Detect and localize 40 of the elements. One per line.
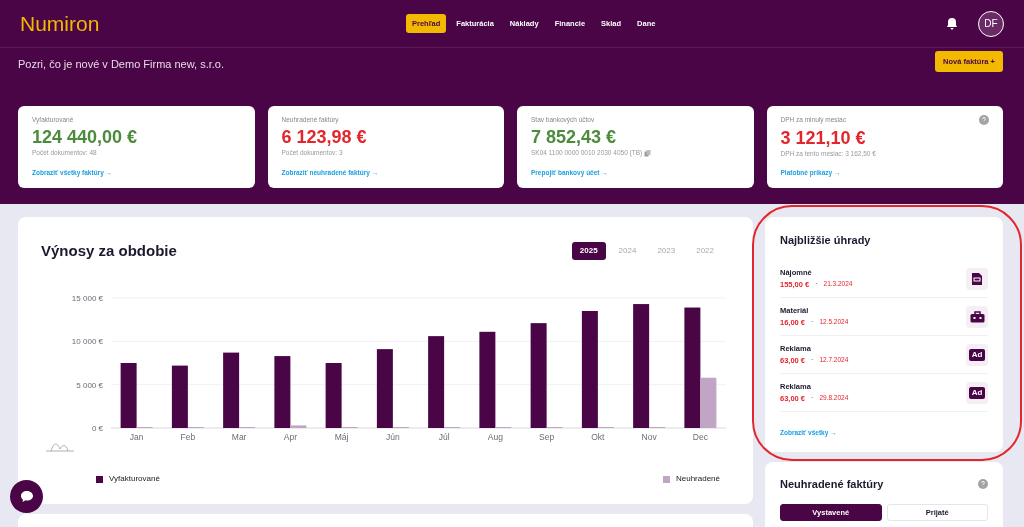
x-axis-label: Júl — [438, 432, 450, 442]
chat-bubble-icon — [19, 490, 34, 503]
x-axis-label: Apr — [283, 432, 297, 442]
y-axis-label: 15 000 € — [71, 294, 103, 303]
hero-subtitle: Pozri, čo je nové v Demo Firma new, s.r.o. — [18, 57, 225, 72]
stat-value: 3 121,10 € — [780, 126, 867, 149]
x-axis-label: Nov — [641, 432, 657, 442]
upcoming-title: Najbližšie úhrady — [780, 232, 872, 248]
x-axis-label: Dec — [692, 432, 708, 442]
y-axis-label: 10 000 € — [71, 337, 103, 347]
help-icon[interactable] — [979, 114, 989, 125]
bell-icon[interactable] — [946, 17, 958, 30]
x-axis-label: Jan — [129, 432, 144, 442]
stat-value: 6 123,98 € — [281, 126, 368, 149]
help-icon[interactable] — [978, 478, 988, 489]
unpaid-title: Neuhradené faktúry — [780, 476, 884, 492]
wave-icon — [45, 442, 75, 452]
stat-value: 124 440,00 € — [32, 126, 139, 149]
ad-badge: Ad — [968, 348, 986, 361]
legend-label: Vyfakturované — [109, 473, 160, 485]
x-axis-label: Sep — [539, 432, 555, 442]
year-tab[interactable]: 2025 — [571, 241, 606, 260]
x-axis-label: Okt — [591, 432, 605, 442]
copy-icon[interactable] — [644, 149, 652, 157]
document-icon — [971, 271, 983, 286]
x-axis-label: Aug — [487, 432, 503, 442]
x-axis-label: Máj — [334, 432, 349, 442]
revenue-title: Výnosy za obdobie — [41, 240, 177, 261]
y-axis-label: 0 € — [91, 424, 103, 433]
legend-label: Neuhradené — [675, 473, 720, 485]
user-avatar[interactable]: DF — [978, 10, 1004, 37]
logo[interactable]: Numiron — [20, 7, 406, 40]
stat-value: 7 852,43 € — [531, 126, 618, 149]
chat-button[interactable] — [10, 480, 43, 513]
toolbox-icon — [969, 310, 985, 323]
ad-badge: Ad — [968, 386, 986, 399]
y-axis-label: 5 000 € — [76, 380, 103, 390]
x-axis-label: Jún — [386, 432, 400, 442]
x-axis-label: Feb — [180, 432, 196, 442]
x-axis-label: Mar — [231, 432, 247, 442]
